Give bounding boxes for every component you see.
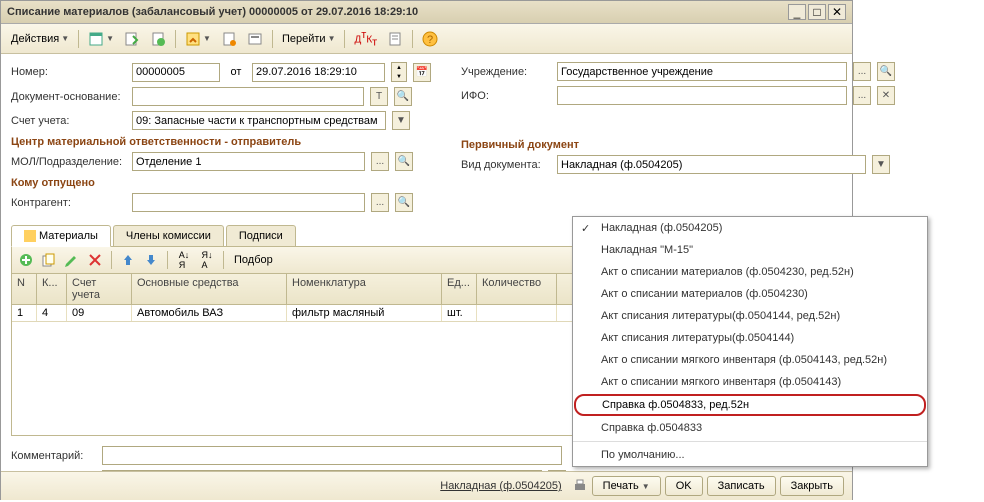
menu-item-7[interactable]: Акт о списании мягкого инвентаря (ф.0504… [573,371,927,393]
menu-item-4[interactable]: Акт списания литературы(ф.0504144, ред.5… [573,305,927,327]
move-down-icon[interactable] [141,250,161,270]
section-sender: Центр материальной ответственности - отп… [11,136,431,148]
footer-doc-link[interactable]: Накладная (ф.0504205) [440,480,561,492]
mol-search-button[interactable]: 🔍 [395,152,413,171]
tb-icon-3[interactable] [146,29,170,49]
counterparty-label: Контрагент: [11,197,126,209]
col-account[interactable]: Счет учета [67,274,132,304]
actions-menu[interactable]: Действия ▼ [7,31,73,47]
menu-item-9[interactable]: Справка ф.0504833 [573,417,927,439]
tb-icon-5[interactable] [217,29,241,49]
tb-icon-6[interactable] [243,29,267,49]
tb-dtk-icon[interactable]: ДтКт [350,27,381,50]
menu-item-0[interactable]: Накладная (ф.0504205) [573,217,927,239]
move-up-icon[interactable] [118,250,138,270]
menu-item-default[interactable]: По умолчанию... [573,444,927,466]
counterparty-search-button[interactable]: 🔍 [395,193,413,212]
number-label: Номер: [11,66,126,78]
tb-report-icon[interactable] [383,29,407,49]
col-k[interactable]: К... [37,274,67,304]
date-input[interactable] [252,63,385,82]
col-nomenclature[interactable]: Номенклатура [287,274,442,304]
menu-item-2[interactable]: Акт о списании материалов (ф.0504230, ре… [573,261,927,283]
ok-button[interactable]: OK [665,476,703,496]
tb-icon-2[interactable] [120,29,144,49]
menu-item-8-highlighted[interactable]: Справка ф.0504833, ред.52н [574,394,926,416]
close-button[interactable]: ✕ [828,4,846,20]
menu-item-5[interactable]: Акт списания литературы(ф.0504144) [573,327,927,349]
docbase-search-button[interactable]: 🔍 [394,87,412,106]
tb-icon-1[interactable]: ▼ [84,29,118,49]
window-title: Списание материалов (забалансовый учет) … [7,6,418,18]
svg-text:?: ? [427,34,433,46]
doctype-dd-button[interactable]: ▼ [872,155,890,174]
goto-menu[interactable]: Перейти ▼ [278,31,340,47]
date-picker-icon[interactable]: 📅 [413,63,431,82]
col-n[interactable]: N [12,274,37,304]
col-qty[interactable]: Количество [477,274,557,304]
comment-label: Комментарий: [11,450,96,462]
sort-desc-icon[interactable]: Я↓A [197,250,217,270]
docbase-label: Документ-основание: [11,91,126,103]
institution-input[interactable] [557,62,847,81]
number-input[interactable] [132,63,220,82]
account-dd-button[interactable]: ▼ [392,111,410,130]
selection-button[interactable]: Подбор [230,252,277,268]
docbase-t-button[interactable]: T [370,87,388,106]
doctype-select[interactable] [557,155,866,174]
minimize-button[interactable]: _ [788,4,806,20]
print-icon [572,478,588,494]
print-button[interactable]: Печать ▼ [592,476,661,496]
delete-icon[interactable] [85,250,105,270]
mol-label: МОЛ/Подразделение: [11,156,126,168]
edit-icon[interactable] [62,250,82,270]
menu-separator [573,441,927,442]
ifo-label: ИФО: [461,90,551,102]
ifo-clear-button[interactable]: ✕ [877,86,895,105]
counterparty-select-button[interactable]: ... [371,193,389,212]
account-label: Счет учета: [11,115,126,127]
institution-label: Учреждение: [461,66,551,78]
mol-input[interactable] [132,152,365,171]
save-button[interactable]: Записать [707,476,776,496]
print-menu: Накладная (ф.0504205) Накладная "М-15" А… [572,216,928,467]
institution-select-button[interactable]: ... [853,62,871,81]
tb-icon-4[interactable]: ▼ [181,29,215,49]
doctype-label: Вид документа: [461,159,551,171]
sort-asc-icon[interactable]: A↓Я [174,250,194,270]
comment-input[interactable] [102,446,562,465]
account-select[interactable] [132,111,386,130]
ifo-input[interactable] [557,86,847,105]
close-form-button[interactable]: Закрыть [780,476,844,496]
docbase-input[interactable] [132,87,364,106]
maximize-button[interactable]: □ [808,4,826,20]
menu-item-6[interactable]: Акт о списании мягкого инвентаря (ф.0504… [573,349,927,371]
tab-commission[interactable]: Члены комиссии [113,225,224,246]
ifo-select-button[interactable]: ... [853,86,871,105]
col-assets[interactable]: Основные средства [132,274,287,304]
add-icon[interactable] [16,250,36,270]
date-spinner[interactable]: ▲▼ [391,62,407,82]
ot-label: от [226,66,246,78]
counterparty-input[interactable] [132,193,365,212]
menu-item-1[interactable]: Накладная "М-15" [573,239,927,261]
tab-signatures[interactable]: Подписи [226,225,296,246]
help-icon[interactable]: ? [418,29,442,49]
col-unit[interactable]: Ед... [442,274,477,304]
tab-materials[interactable]: Материалы [11,225,111,247]
institution-search-button[interactable]: 🔍 [877,62,895,81]
copy-icon[interactable] [39,250,59,270]
section-primary-doc: Первичный документ [461,139,895,151]
menu-item-3[interactable]: Акт о списании материалов (ф.0504230) [573,283,927,305]
mol-select-button[interactable]: ... [371,152,389,171]
section-recipient: Кому отпущено [11,177,431,189]
